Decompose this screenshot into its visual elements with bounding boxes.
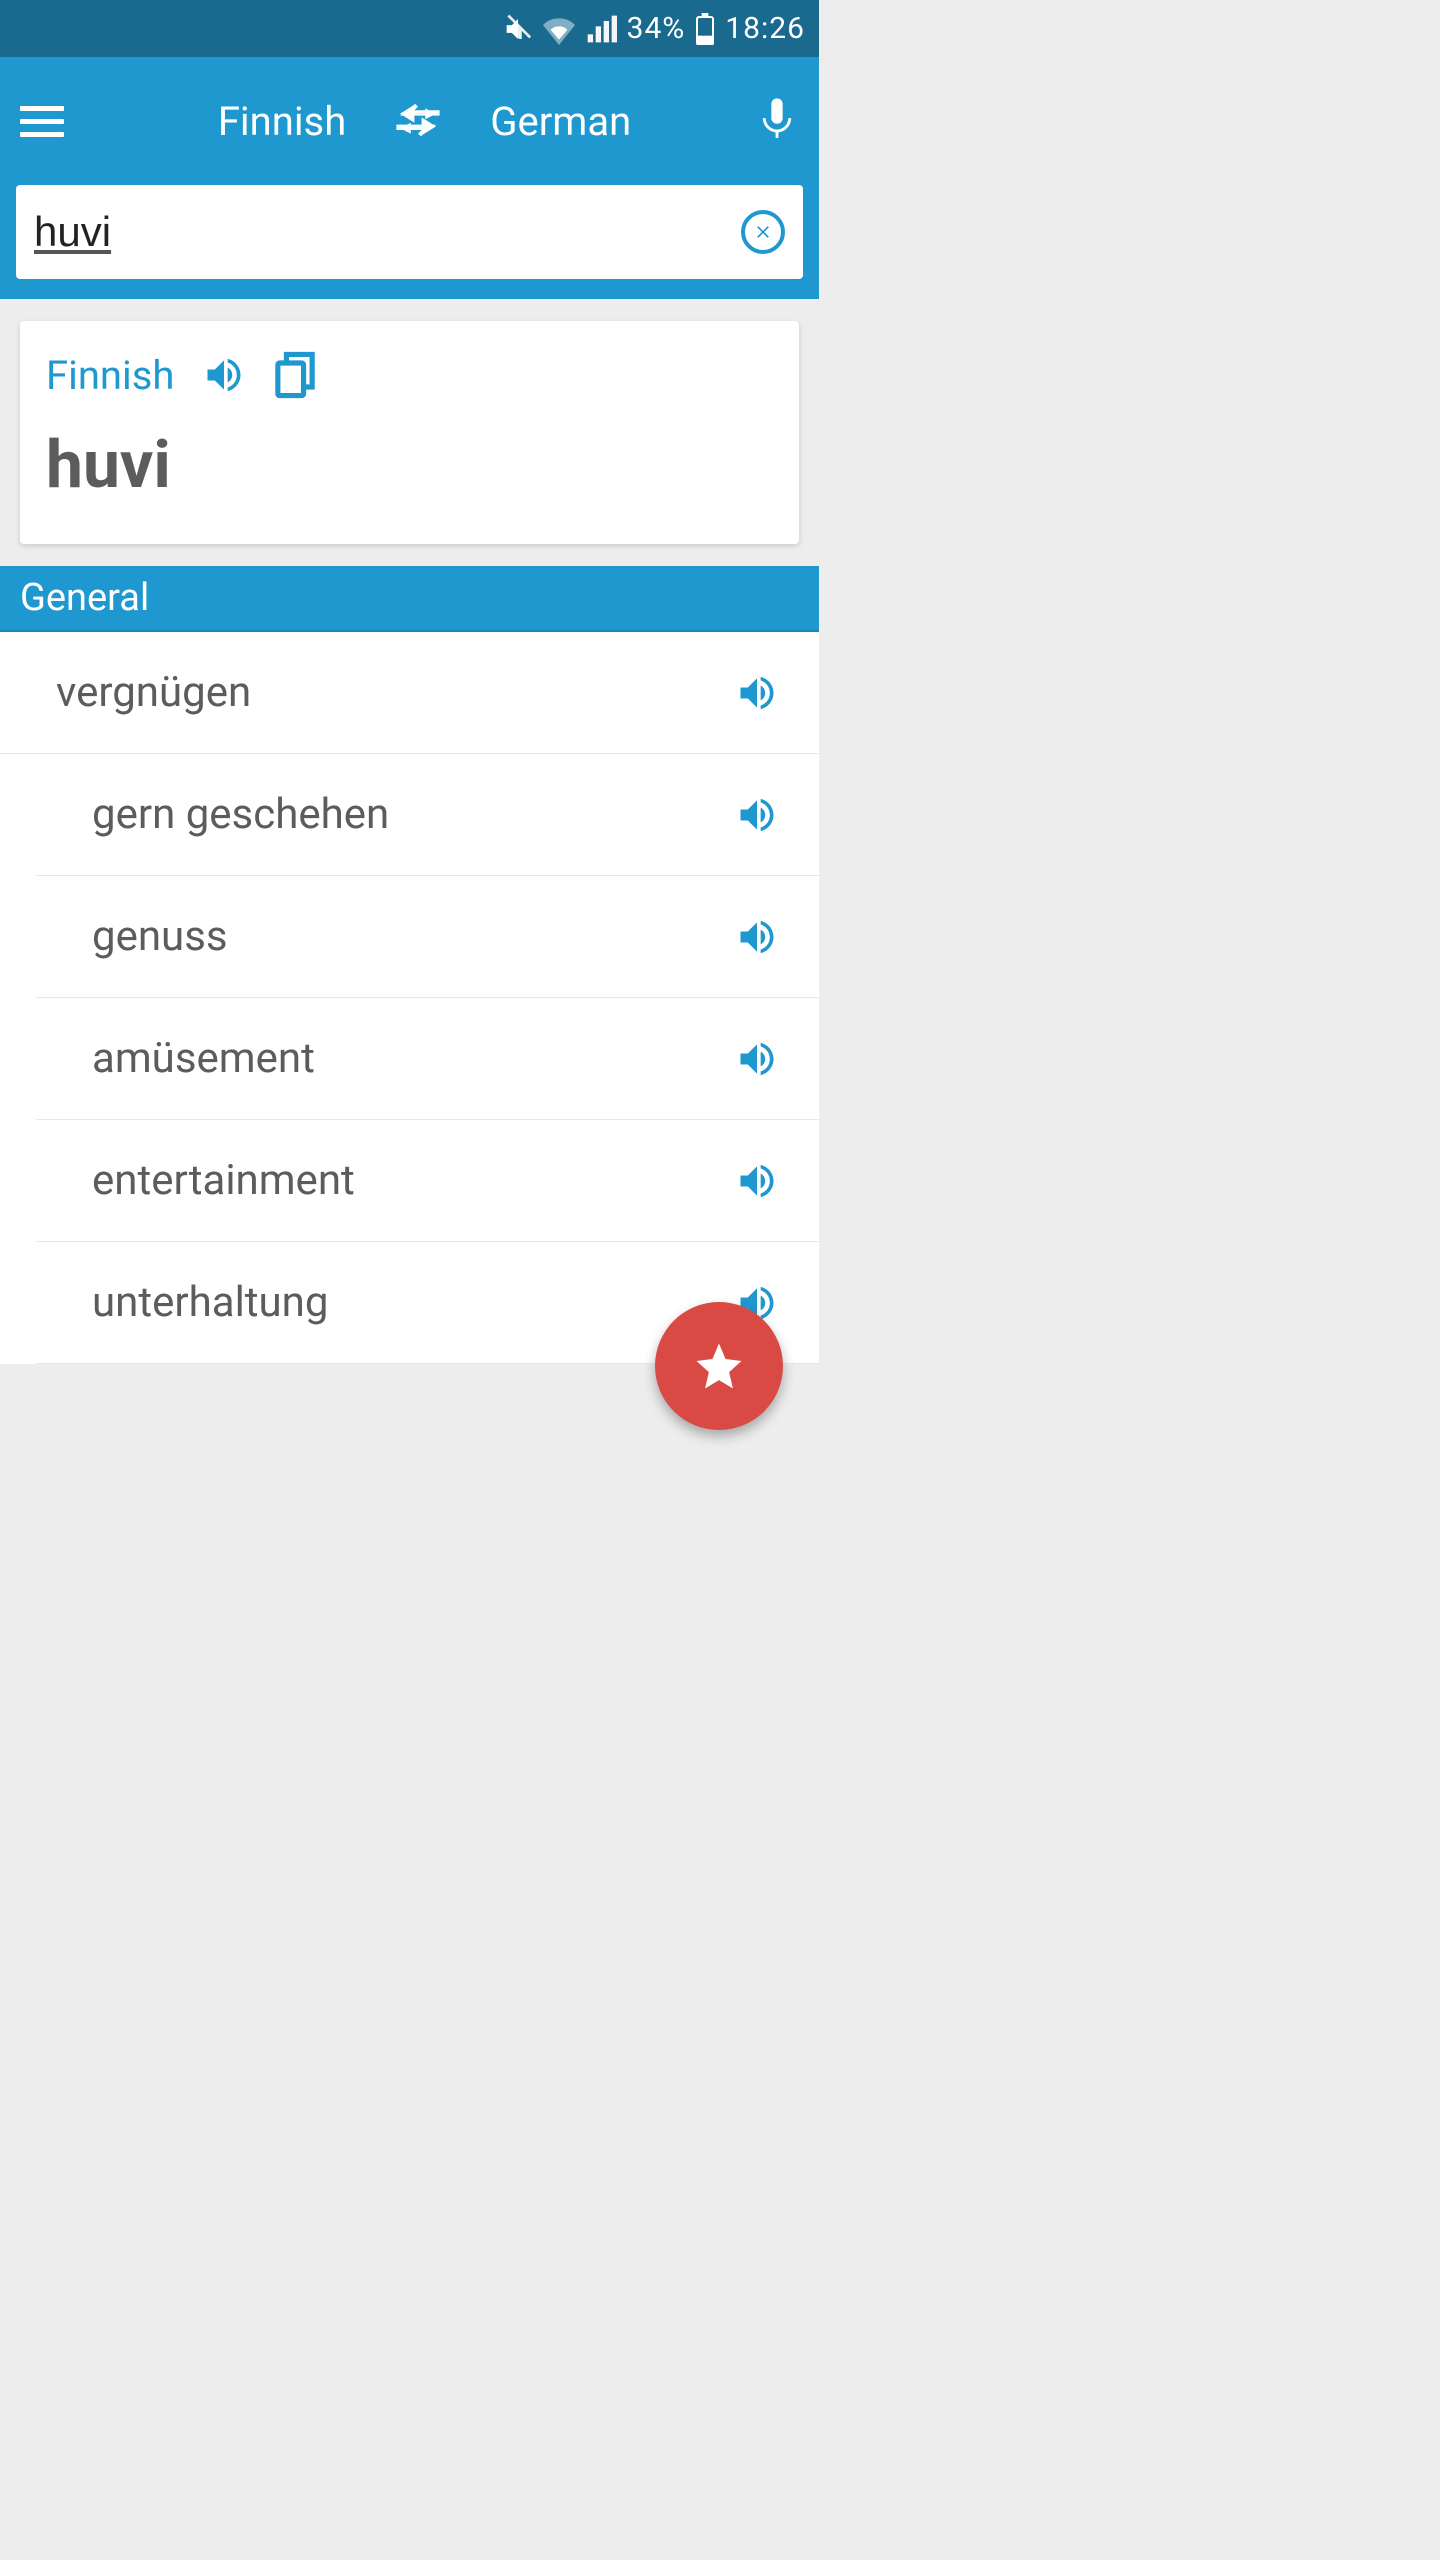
translation-text: entertainment <box>92 1156 355 1205</box>
speak-icon[interactable] <box>735 1159 779 1203</box>
speak-icon[interactable] <box>735 793 779 837</box>
clock-time: 18:26 <box>725 11 805 46</box>
target-language[interactable]: German <box>490 98 631 145</box>
translations-list: vergnügen gern geschehen genuss amüsement en… <box>0 632 819 1364</box>
translation-row[interactable]: amüsement <box>36 998 819 1120</box>
source-word-card: Finnish huvi <box>20 321 799 544</box>
translation-text: gern geschehen <box>92 790 389 839</box>
translation-row[interactable]: entertainment <box>36 1120 819 1242</box>
speak-icon[interactable] <box>735 1037 779 1081</box>
translation-row[interactable]: genuss <box>36 876 819 998</box>
favorite-fab-button[interactable] <box>655 1302 783 1430</box>
search-input[interactable] <box>34 208 741 256</box>
clear-search-button[interactable] <box>741 210 785 254</box>
menu-button[interactable] <box>20 99 64 143</box>
wifi-icon <box>543 13 575 45</box>
translation-row[interactable]: vergnügen <box>0 632 819 754</box>
section-header: General <box>0 566 819 632</box>
app-header: Finnish German <box>0 57 819 299</box>
status-bar: 34% 18:26 <box>0 0 819 57</box>
battery-percentage: 34% <box>627 11 686 46</box>
translation-text: amüsement <box>92 1034 315 1083</box>
microphone-icon[interactable] <box>755 99 799 143</box>
search-box[interactable] <box>16 185 803 279</box>
translation-row[interactable]: gern geschehen <box>36 754 819 876</box>
speak-icon[interactable] <box>735 671 779 715</box>
battery-icon <box>695 13 715 45</box>
source-card-language: Finnish <box>46 352 174 399</box>
signal-icon <box>585 13 617 45</box>
translation-text: genuss <box>92 912 228 961</box>
source-language[interactable]: Finnish <box>218 98 346 145</box>
copy-icon[interactable] <box>274 351 316 399</box>
translation-text: unterhaltung <box>92 1278 328 1327</box>
source-word: huvi <box>46 427 773 504</box>
speak-icon[interactable] <box>735 915 779 959</box>
translation-text: vergnügen <box>56 668 251 717</box>
mute-icon <box>503 14 533 44</box>
speak-icon[interactable] <box>202 353 246 397</box>
swap-languages-icon[interactable] <box>396 99 440 143</box>
